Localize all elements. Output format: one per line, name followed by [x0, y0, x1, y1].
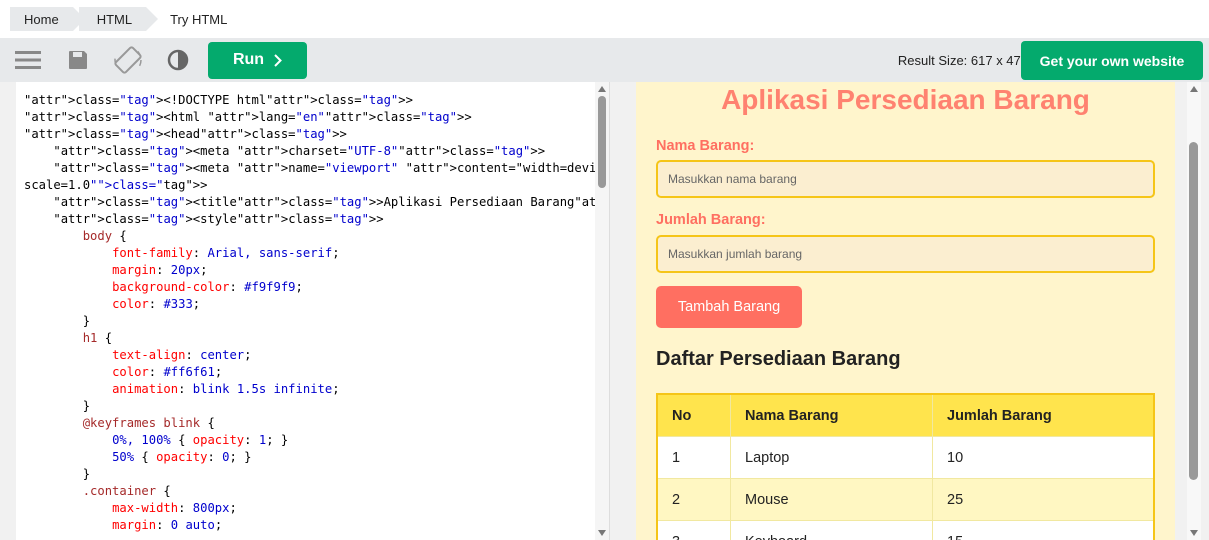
code-line[interactable]: scale=1.0"">class="tag">> — [24, 177, 609, 194]
breadcrumb-home[interactable]: Home — [10, 7, 85, 31]
run-button[interactable]: Run — [208, 41, 307, 79]
menu-icon[interactable] — [6, 38, 50, 82]
code-line[interactable]: "attr">class="tag"><meta "attr">name="vi… — [24, 160, 609, 177]
code-scrollbar-thumb[interactable] — [598, 96, 606, 188]
code-line[interactable]: "attr">class="tag"><style"attr">class="t… — [24, 211, 609, 228]
breadcrumb-try-html: Try HTML — [170, 11, 228, 27]
scroll-down-arrow-icon[interactable] — [598, 530, 606, 536]
breadcrumb: Home HTML Try HTML — [0, 0, 1209, 38]
result-panel: Aplikasi Persediaan Barang Nama Barang: … — [636, 82, 1209, 540]
scroll-up-arrow-icon[interactable] — [1190, 86, 1198, 92]
code-line[interactable]: } — [24, 466, 609, 483]
table-header-row: No Nama Barang Jumlah Barang — [658, 395, 1153, 437]
contrast-icon[interactable] — [156, 38, 200, 82]
code-line[interactable]: font-family: Arial, sans-serif; — [24, 245, 609, 262]
result-scrollbar-thumb[interactable] — [1189, 142, 1198, 480]
save-icon[interactable] — [56, 38, 100, 82]
table-row: 1 Laptop 10 — [658, 437, 1153, 479]
app-title: Aplikasi Persediaan Barang — [721, 84, 1090, 115]
header-no: No — [672, 407, 692, 424]
inventory-list-title: Daftar Persediaan Barang — [656, 348, 901, 370]
code-line[interactable]: "attr">class="tag"><head"attr">class="ta… — [24, 126, 609, 143]
result-scrollbar[interactable] — [1175, 82, 1209, 540]
panel-divider[interactable] — [610, 82, 636, 540]
code-editor[interactable]: "attr">class="tag"><!DOCTYPE html"attr">… — [16, 82, 610, 540]
name-label: Nama Barang: — [656, 138, 755, 154]
header-name: Nama Barang — [730, 395, 932, 436]
code-content[interactable]: "attr">class="tag"><!DOCTYPE html"attr">… — [24, 92, 609, 534]
table-row: 3 Keyboard 15 — [658, 521, 1153, 540]
code-line[interactable]: margin: 20px; — [24, 262, 609, 279]
code-line[interactable]: 50% { opacity: 0; } — [24, 449, 609, 466]
name-input[interactable]: Masukkan nama barang — [656, 160, 1155, 198]
cell-name: Keyboard — [730, 521, 932, 540]
code-line[interactable]: color: #ff6f61; — [24, 364, 609, 381]
cell-qty: 15 — [932, 521, 1153, 540]
cell-name: Laptop — [730, 437, 932, 478]
cell-qty: 10 — [932, 437, 1153, 478]
qty-label: Jumlah Barang: — [656, 212, 766, 228]
run-label: Run — [232, 51, 265, 68]
code-scrollbar[interactable] — [595, 82, 609, 540]
code-line[interactable]: background-color: #f9f9f9; — [24, 279, 609, 296]
result-page: Aplikasi Persediaan Barang Nama Barang: … — [636, 82, 1175, 540]
cell-no: 1 — [672, 449, 681, 466]
table-row: 2 Mouse 25 — [658, 479, 1153, 521]
editor-toolbar: Run Result Size: 617 x 479 Get your own … — [0, 38, 1209, 82]
inventory-table: No Nama Barang Jumlah Barang 1 Laptop 10… — [656, 393, 1155, 540]
cell-name: Mouse — [730, 479, 932, 520]
code-line[interactable]: max-width: 800px; — [24, 500, 609, 517]
qty-input[interactable]: Masukkan jumlah barang — [656, 235, 1155, 273]
cell-qty: 25 — [932, 479, 1153, 520]
rotate-icon[interactable] — [106, 38, 150, 82]
result-size: Result Size: 617 x 479 — [897, 52, 1028, 68]
code-line[interactable]: text-align: center; — [24, 347, 609, 364]
code-line[interactable]: "attr">class="tag"><meta "attr">charset=… — [24, 143, 609, 160]
code-line[interactable]: .container { — [24, 483, 609, 500]
code-line[interactable]: "attr">class="tag"><!DOCTYPE html"attr">… — [24, 92, 609, 109]
breadcrumb-html[interactable]: HTML — [78, 7, 159, 31]
code-line[interactable]: margin: 0 auto; — [24, 517, 609, 534]
header-qty: Jumlah Barang — [932, 395, 1153, 436]
code-line[interactable]: "attr">class="tag"><title"attr">class="t… — [24, 194, 609, 211]
add-item-button[interactable]: Tambah Barang — [656, 286, 802, 328]
chevron-right-icon — [274, 53, 282, 67]
code-line[interactable]: } — [24, 313, 609, 330]
code-line[interactable]: body { — [24, 228, 609, 245]
code-line[interactable]: animation: blink 1.5s infinite; — [24, 381, 609, 398]
code-line[interactable]: 0%, 100% { opacity: 1; } — [24, 432, 609, 449]
code-line[interactable]: h1 { — [24, 330, 609, 347]
scroll-up-arrow-icon[interactable] — [598, 86, 606, 92]
cell-no: 2 — [672, 491, 681, 508]
scroll-down-arrow-icon[interactable] — [1190, 530, 1198, 536]
code-line[interactable]: @keyframes blink { — [24, 415, 609, 432]
code-line[interactable]: color: #333; — [24, 296, 609, 313]
get-own-website-button[interactable]: Get your own website — [1021, 41, 1203, 80]
cell-no: 3 — [658, 534, 730, 540]
code-line[interactable]: "attr">class="tag"><html "attr">lang="en… — [24, 109, 609, 126]
code-line[interactable]: } — [24, 398, 609, 415]
